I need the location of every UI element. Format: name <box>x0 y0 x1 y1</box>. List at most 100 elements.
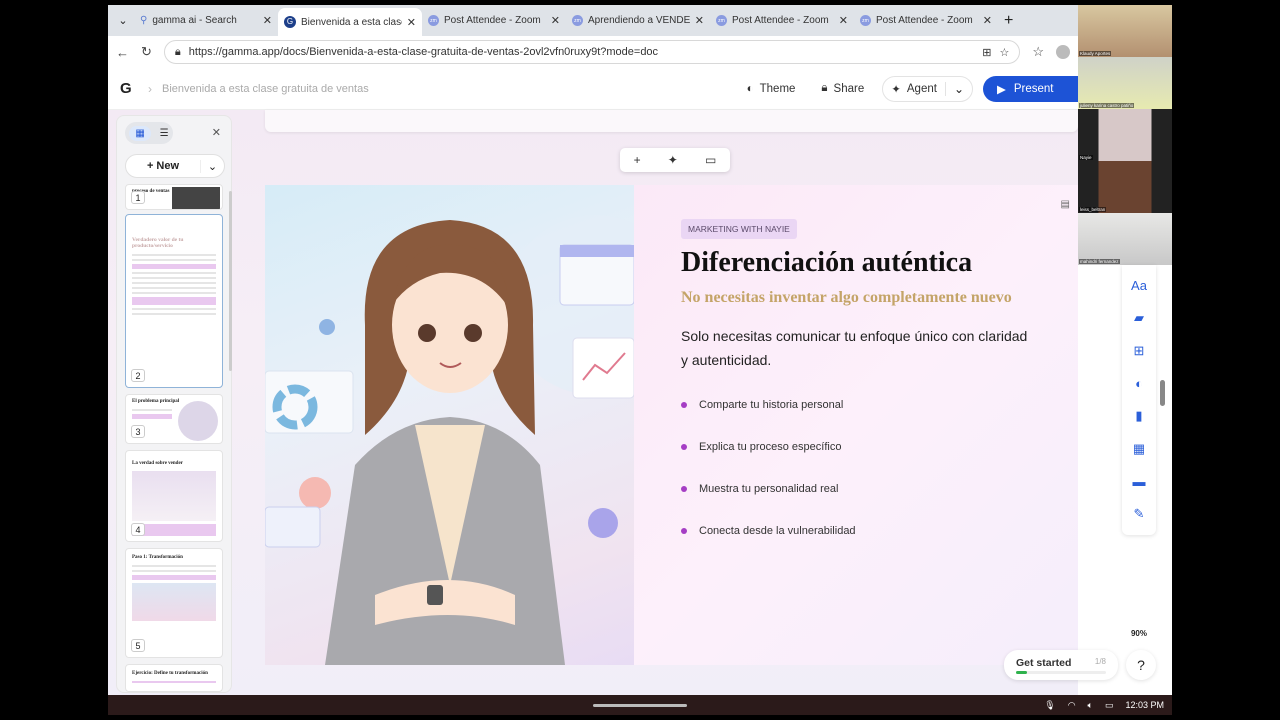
tab-zoom[interactable]: zm Post Attendee - Zoom ✕ <box>710 8 854 34</box>
mic-icon[interactable]: 🎙︎ <box>1044 700 1055 711</box>
chevron-right-icon: › <box>148 81 152 96</box>
shelf-handle[interactable] <box>593 704 687 707</box>
tab-gamma[interactable]: GBienvenida a esta clase gratuita de ven… <box>278 8 422 36</box>
zoom-icon: zm <box>572 15 583 26</box>
close-icon[interactable]: ✕ <box>263 14 272 27</box>
bullet-item[interactable]: Conecta desde la vulnerabilidad <box>681 510 1031 552</box>
scrollbar[interactable] <box>229 191 232 371</box>
tab-zoom[interactable]: zm Post Attendee - Zoom ✕ <box>854 8 998 34</box>
card-menu-icon[interactable]: ▤ <box>1061 199 1070 210</box>
bullet-list: Comparte tu historia personal Explica tu… <box>681 384 1031 552</box>
breadcrumb[interactable]: Bienvenida a esta clase gratuita de vent… <box>162 83 729 95</box>
toggle-icon[interactable]: ◐ <box>1135 376 1143 391</box>
tab-search[interactable]: ⚲ gamma ai - Search ✕ <box>134 8 278 34</box>
edit-icon[interactable]: ✎ <box>1134 506 1145 522</box>
slide-thumbnail[interactable]: proceso de ventas 1 <box>125 184 223 210</box>
zoom-level[interactable]: 90% <box>1124 625 1154 641</box>
bullet-item[interactable]: Comparte tu historia personal <box>681 384 1031 426</box>
zoom-icon: zm <box>428 15 439 26</box>
slide-title[interactable]: Diferenciación auténtica <box>681 247 1031 279</box>
close-icon[interactable]: ✕ <box>407 16 416 29</box>
palette-icon: ◐ <box>746 82 754 95</box>
illustration-businesswoman <box>265 185 685 665</box>
zoom-gallery: Klaudy Aportes julieny karina castro pat… <box>1078 5 1172 265</box>
volume-icon[interactable]: 🔈︎ <box>1088 700 1093 711</box>
sparkle-icon: ✦ <box>891 83 901 96</box>
illustration <box>178 401 218 441</box>
previous-card <box>265 110 1078 132</box>
card-toolbar: + ✦ ▭ <box>620 148 730 172</box>
lock-icon: 🔒︎ <box>174 45 181 58</box>
new-card-button[interactable]: + New ⌄ <box>125 154 225 178</box>
table-icon[interactable]: ▦ <box>1133 441 1145 457</box>
present-button[interactable]: ▶ Present <box>983 75 1078 102</box>
bullet-item[interactable]: Explica tu proceso específico <box>681 426 1031 468</box>
close-icon[interactable]: ✕ <box>983 14 992 27</box>
insert-toolbar: Aa ▰ ⊞ ◐ ▮ ▦ ▬ ✎ <box>1122 265 1156 535</box>
slide-body[interactable]: Solo necesitas comunicar tu enfoque únic… <box>681 324 1031 372</box>
slide-thumbnail[interactable]: Ejercicio: Define tu transformación <box>125 664 223 692</box>
agent-button[interactable]: ✦ Agent ⌄ <box>882 75 973 102</box>
close-icon[interactable]: ✕ <box>839 14 848 27</box>
wifi-icon[interactable]: ◠ <box>1068 700 1076 711</box>
text-style-icon[interactable]: Aa <box>1131 278 1147 293</box>
tab-list-chevron-icon[interactable]: ⌄ <box>112 14 134 27</box>
participant-video: Nayie <box>1078 109 1172 161</box>
favorites-icon[interactable]: ☆ <box>1032 44 1044 60</box>
address-bar: ← ↻ 🔒︎ https://gamma.app/docs/Bienvenida-… <box>108 36 1078 68</box>
reload-icon[interactable]: ↻ <box>141 44 152 60</box>
sparkle-icon[interactable]: ✦ <box>668 153 678 167</box>
illustration <box>132 471 216 521</box>
plus-icon[interactable]: + <box>634 153 641 167</box>
plus-icon: + <box>146 160 157 172</box>
help-button[interactable]: ? <box>1126 650 1156 680</box>
close-icon[interactable]: ✕ <box>551 14 560 27</box>
layout-icon[interactable]: ▭ <box>705 153 716 167</box>
share-button[interactable]: 🔒︎ Share <box>813 82 872 95</box>
url-input[interactable]: 🔒︎ https://gamma.app/docs/Bienvenida-a-es… <box>163 40 1021 64</box>
back-icon[interactable]: ← <box>116 45 129 60</box>
slide-card: MARKETING WITH NAYIE Diferenciación auté… <box>265 185 1078 665</box>
list-view-icon[interactable]: ☰ <box>160 128 169 139</box>
profile-icon[interactable] <box>1056 45 1070 59</box>
play-icon: ▶ <box>997 83 1006 96</box>
gamma-logo[interactable]: G <box>120 80 138 98</box>
clock[interactable]: 12:03 PM <box>1125 700 1164 710</box>
chart-icon[interactable]: ▮ <box>1135 408 1142 424</box>
close-icon[interactable]: ✕ <box>212 126 221 139</box>
participant-video: mahindri fernandez <box>1078 213 1172 265</box>
apps-icon[interactable]: ⊞ <box>982 46 991 59</box>
theme-button[interactable]: ◐ Theme <box>739 83 804 95</box>
tab-zoom[interactable]: zm Post Attendee - Zoom ✕ <box>422 8 566 34</box>
slide-tag: MARKETING WITH NAYIE <box>681 219 797 239</box>
scrollbar[interactable] <box>1160 380 1165 406</box>
editor-canvas: ▦ ☰ ✕ + New ⌄ proceso de ventas 1 Verdadero… <box>108 110 1078 700</box>
add-block-icon[interactable]: ⊞ <box>1134 343 1145 359</box>
grid-view-icon[interactable]: ▦ <box>129 125 151 141</box>
app-header: G › Bienvenida a esta clase gratuita de … <box>108 68 1078 110</box>
slide-thumbnail[interactable]: El problema principal 3 <box>125 394 223 444</box>
battery-icon[interactable]: ▭ <box>1105 700 1114 711</box>
new-tab-icon[interactable]: + <box>998 12 1013 30</box>
slide-thumbnail[interactable]: La verdad sobre vender 4 <box>125 450 223 542</box>
card-icon[interactable]: ▬ <box>1133 474 1146 489</box>
close-icon[interactable]: ✕ <box>695 14 704 27</box>
bullet-item[interactable]: Muestra tu personalidad real <box>681 468 1031 510</box>
search-icon: ⚲ <box>140 15 148 26</box>
browser-window: ⌄ ⚲ gamma ai - Search ✕ G Bienvenida a esta… <box>108 5 1172 715</box>
tab-strip: ⌄ ⚲ gamma ai - Search ✕ G Bienvenida a esta… <box>108 5 1078 36</box>
illustration <box>132 583 216 621</box>
image-icon[interactable]: ▰ <box>1134 310 1144 326</box>
get-started-widget[interactable]: Get started 1/8 <box>1004 650 1118 680</box>
view-toggle[interactable]: ▦ ☰ <box>125 122 173 144</box>
star-icon[interactable]: ☆ <box>999 46 1009 59</box>
slide-subtitle[interactable]: No necesitas inventar algo completamente… <box>681 287 1031 308</box>
slide-thumbnail[interactable]: Paso 1: Transformación 5 <box>125 548 223 658</box>
chevron-down-icon[interactable]: ⌄ <box>200 159 224 173</box>
zoom-icon: zm <box>716 15 727 26</box>
progress-bar <box>1016 671 1106 674</box>
chevron-down-icon[interactable]: ⌄ <box>944 81 972 96</box>
tab-zoom[interactable]: zm Aprendiendo a VENDER ✕ <box>566 8 710 34</box>
slides-panel: ▦ ☰ ✕ + New ⌄ proceso de ventas 1 Verdadero… <box>116 115 232 693</box>
slide-thumbnail[interactable]: Verdadero valor de tu producto/servicio 2 <box>125 214 223 388</box>
